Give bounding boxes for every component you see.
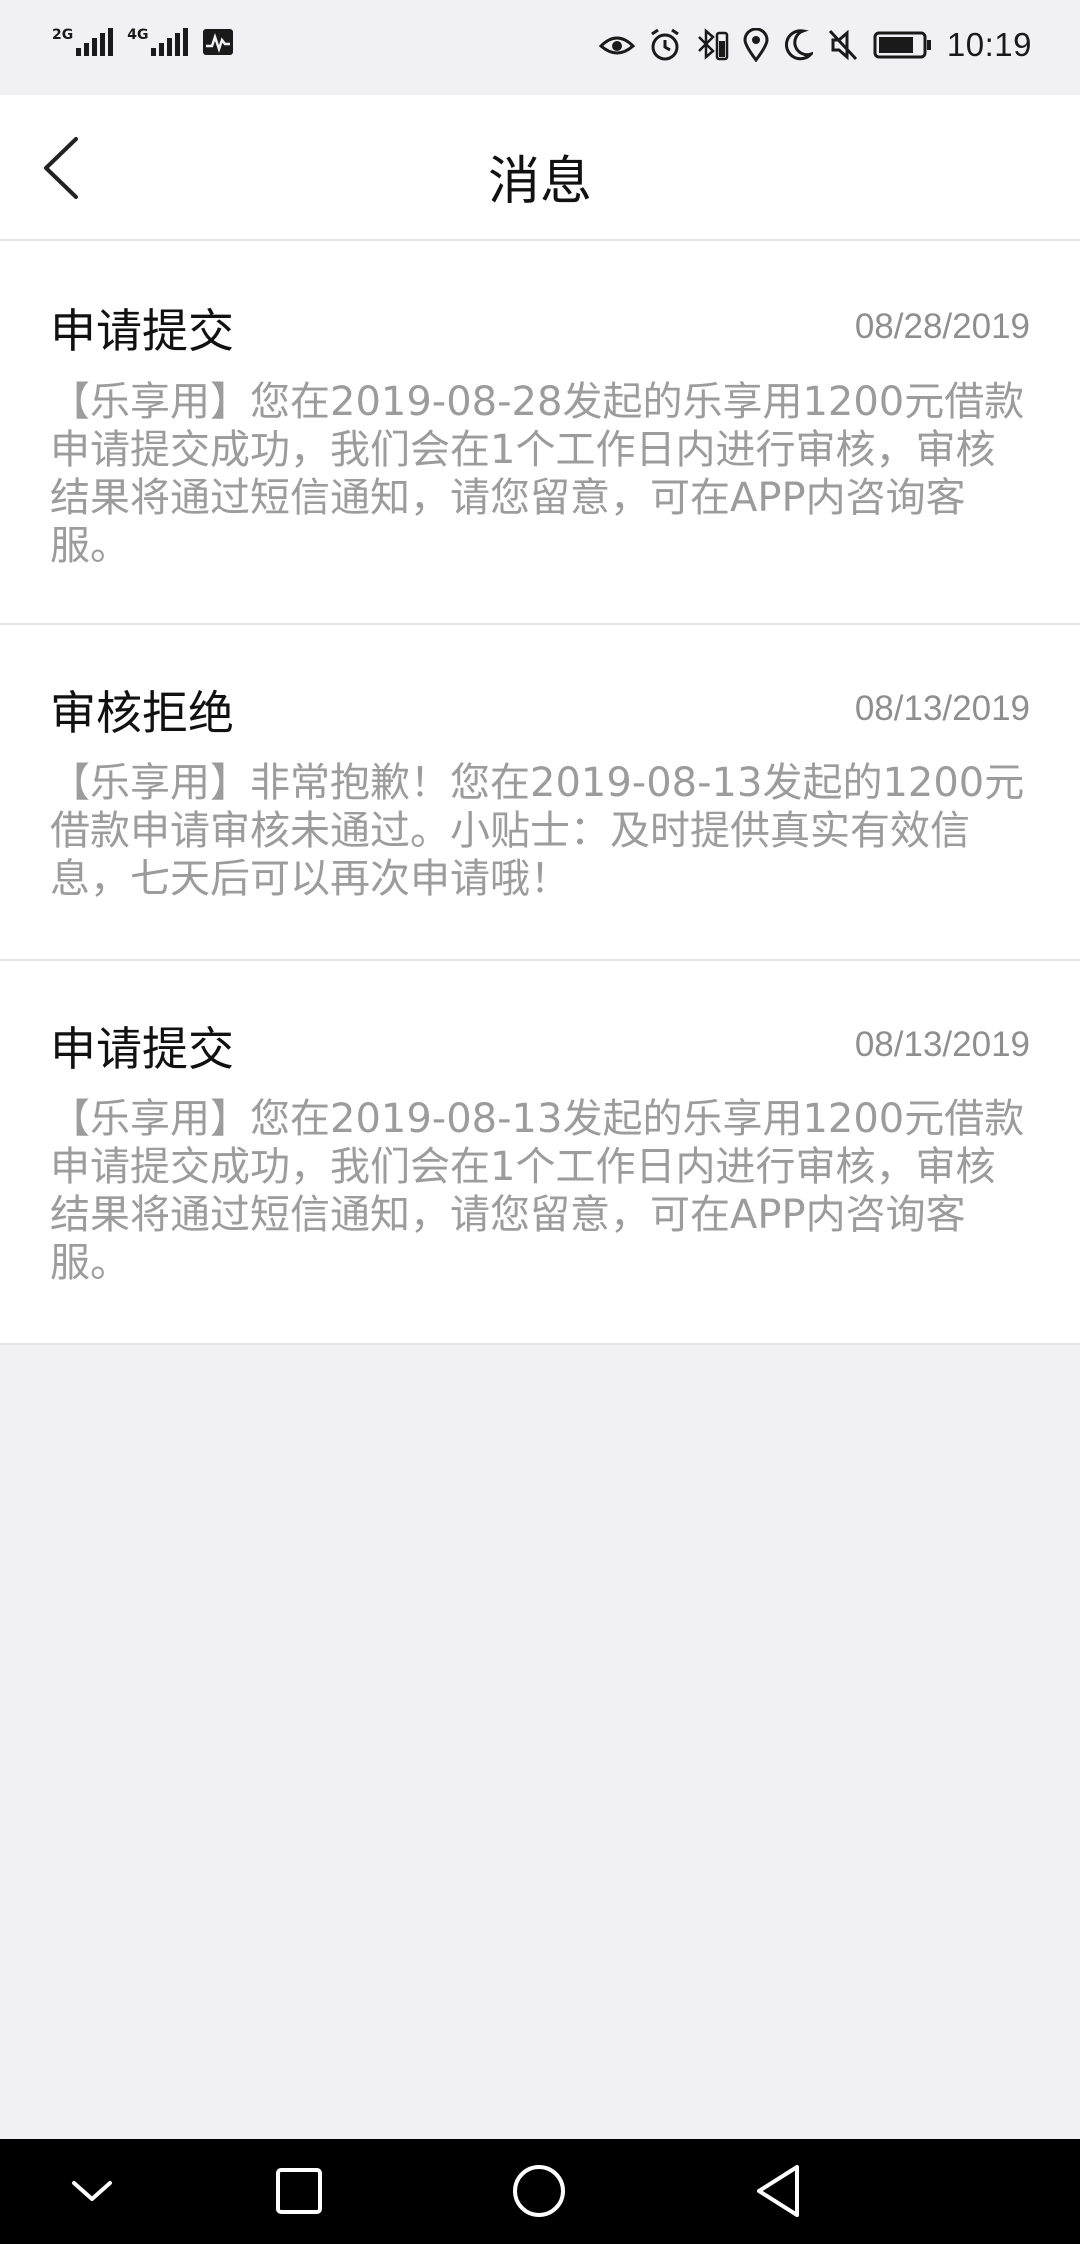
message-list: 申请提交 08/28/2019 【乐享用】您在2019-08-28发起的乐享用1…	[0, 241, 1080, 1345]
message-title: 申请提交	[50, 304, 234, 358]
signal-icon: 2G	[52, 27, 114, 56]
system-nav-bar	[0, 2139, 1080, 2244]
location-icon	[743, 28, 769, 62]
message-date: 08/28/2019	[854, 307, 1030, 346]
app-header: 消息	[0, 95, 1080, 241]
message-date: 08/13/2019	[854, 1025, 1030, 1064]
moon-icon	[783, 28, 813, 62]
signal-icon: 4G	[127, 27, 189, 56]
message-body: 【乐享用】非常抱歉！您在2019-08-13发起的1200元借款申请审核未通过。…	[50, 760, 1025, 902]
eye-icon	[598, 30, 635, 60]
message-item[interactable]: 申请提交 08/28/2019 【乐享用】您在2019-08-28发起的乐享用1…	[0, 241, 1080, 625]
nav-recents-button[interactable]	[269, 2161, 329, 2221]
network-label-2: 4G	[127, 27, 149, 43]
message-title: 申请提交	[50, 1022, 234, 1076]
activity-icon	[202, 28, 234, 56]
message-body: 【乐享用】您在2019-08-28发起的乐享用1200元借款申请提交成功，我们会…	[50, 379, 1025, 569]
chevron-down-icon	[72, 2181, 112, 2201]
message-item[interactable]: 申请提交 08/13/2019 【乐享用】您在2019-08-13发起的乐享用1…	[0, 961, 1080, 1345]
battery-icon	[873, 31, 933, 59]
square-icon	[276, 2168, 322, 2214]
circle-icon	[513, 2165, 565, 2217]
nav-hide-button[interactable]	[62, 2161, 122, 2221]
status-bar: 2G 4G 10:19	[0, 0, 1080, 95]
status-right: 10:19	[598, 26, 1032, 64]
nav-home-button[interactable]	[509, 2161, 569, 2221]
alarm-icon	[649, 28, 681, 62]
nav-back-button[interactable]	[749, 2161, 809, 2221]
message-body: 【乐享用】您在2019-08-13发起的乐享用1200元借款申请提交成功，我们会…	[50, 1096, 1025, 1286]
message-date: 08/13/2019	[854, 689, 1030, 728]
page-title: 消息	[487, 152, 592, 212]
message-title: 审核拒绝	[50, 686, 234, 740]
triangle-back-icon	[757, 2165, 799, 2217]
status-left: 2G 4G	[52, 28, 234, 56]
mute-icon	[827, 28, 859, 62]
status-time: 10:19	[946, 26, 1032, 63]
network-label-1: 2G	[52, 27, 74, 43]
bluetooth-icon	[695, 27, 729, 63]
message-item[interactable]: 审核拒绝 08/13/2019 【乐享用】非常抱歉！您在2019-08-13发起…	[0, 625, 1080, 961]
